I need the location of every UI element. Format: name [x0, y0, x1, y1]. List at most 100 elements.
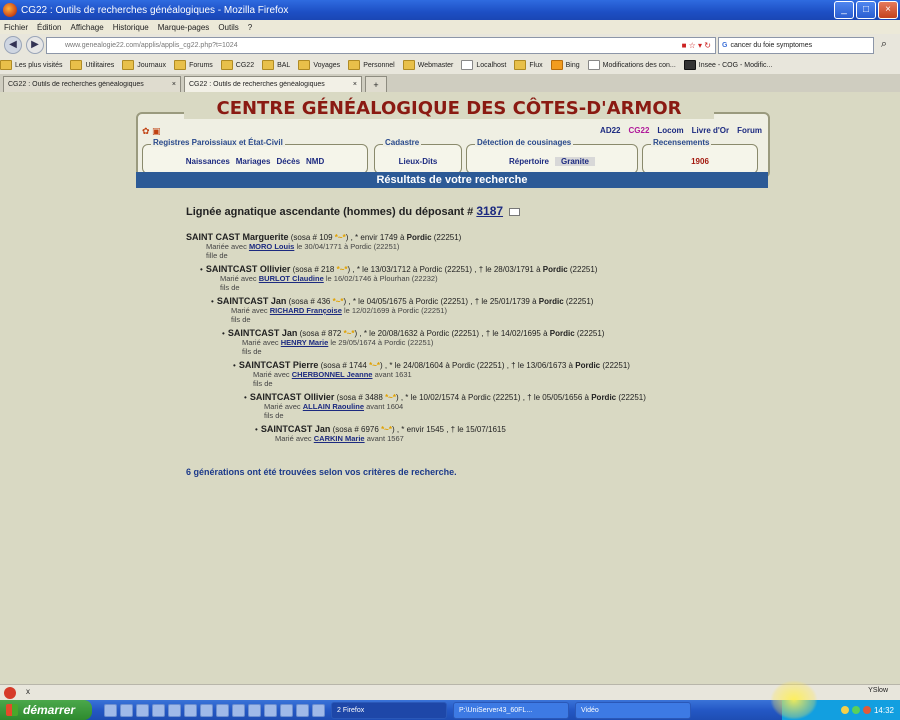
person-entry: SAINT CAST Marguerite (sosa # 109 *~*) ,… [186, 232, 786, 260]
lineage-title: Lignée agnatique ascendante (hommes) du … [186, 204, 786, 218]
menu-marque-pages[interactable]: Marque-pages [158, 23, 210, 32]
quicklaunch-icon[interactable] [184, 703, 197, 717]
quicklaunch-icon[interactable] [312, 703, 325, 717]
link-nmd[interactable]: NMD [306, 157, 324, 166]
quicklaunch-icon[interactable] [296, 703, 309, 717]
menu-help[interactable]: ? [248, 23, 252, 32]
url-text[interactable]: www.genealogie22.com/applis/applis_cg22.… [47, 42, 682, 49]
link-locom[interactable]: Locom [657, 126, 683, 135]
bookmark-item[interactable]: Forums [174, 60, 213, 70]
forward-arrow-icon[interactable]: ▶ [26, 36, 44, 54]
bookmark-item[interactable]: BAL [262, 60, 290, 70]
person-name: SAINT CAST Marguerite [186, 232, 289, 242]
link-deces[interactable]: Décès [276, 157, 300, 166]
bookmark-item[interactable]: Utilitaires [70, 60, 114, 70]
close-tab-icon[interactable]: × [172, 81, 176, 88]
taskbar-video[interactable]: Vidéo [575, 701, 691, 719]
close-tab-icon[interactable]: × [353, 81, 357, 88]
quicklaunch-icon[interactable] [232, 703, 245, 717]
tray-icon[interactable] [851, 706, 860, 714]
tray-icon[interactable] [862, 706, 871, 714]
yslow-label[interactable]: YSlow [868, 687, 888, 694]
spouse-link[interactable]: RICHARD Françoise [270, 306, 342, 315]
quicklaunch-icon[interactable] [168, 703, 181, 717]
person-entry: • SAINTCAST Pierre (sosa # 1744 *~*) , * … [233, 360, 786, 388]
menu-outils[interactable]: Outils [218, 23, 238, 32]
spouse-line: Marié avec CARKIN Marie avant 1567 [275, 434, 404, 443]
bookmark-item[interactable]: Journaux [122, 60, 166, 70]
link-1906[interactable]: 1906 [691, 157, 709, 166]
star-icon[interactable]: *~* [337, 265, 348, 274]
spouse-link[interactable]: ALLAIN Raouline [303, 402, 364, 411]
quicklaunch-icon[interactable] [248, 703, 261, 717]
bookmark-item[interactable]: Voyages [298, 60, 340, 70]
quicklaunch-icon[interactable] [264, 703, 277, 717]
back-arrow-icon[interactable]: ◀ [4, 36, 22, 54]
sosa-number: (sosa # 3488 [336, 393, 383, 402]
spouse-link[interactable]: MORO Louis [249, 242, 294, 251]
link-cg22[interactable]: CG22 [629, 126, 650, 135]
bookmark-item[interactable]: Flux [514, 60, 543, 70]
link-naissances[interactable]: Naissances [186, 157, 230, 166]
bookmark-item[interactable]: Personnel [348, 60, 395, 70]
maximize-button[interactable]: □ [856, 1, 876, 19]
tab-cg22-2[interactable]: CG22 : Outils de recherches généalogique… [184, 76, 362, 92]
tray-icon[interactable] [840, 706, 849, 714]
stop-icon[interactable] [4, 687, 16, 699]
menu-edition[interactable]: Édition [37, 23, 61, 32]
spouse-link[interactable]: BURLOT Claudine [259, 274, 324, 283]
star-icon[interactable]: *~* [344, 329, 355, 338]
taskbar-firefox[interactable]: 2 Firefox [331, 701, 447, 719]
url-bar[interactable]: www.genealogie22.com/applis/applis_cg22.… [46, 37, 716, 54]
quicklaunch-icon[interactable] [216, 703, 229, 717]
link-repertoire[interactable]: Répertoire [509, 157, 549, 166]
close-window-button[interactable]: × [878, 1, 898, 19]
star-icon[interactable]: *~* [335, 233, 346, 242]
spouse-link[interactable]: HENRY Marie [281, 338, 329, 347]
link-lieux-dits[interactable]: Lieux-Dits [399, 157, 438, 166]
spouse-link[interactable]: CARKIN Marie [314, 434, 365, 443]
minimize-button[interactable]: _ [834, 1, 854, 19]
quicklaunch-icon[interactable] [120, 703, 133, 717]
star-icon[interactable]: *~* [385, 393, 396, 402]
mail-icon[interactable] [509, 208, 521, 217]
link-livre-dor[interactable]: Livre d'Or [692, 126, 729, 135]
quicklaunch-icon[interactable] [152, 703, 165, 717]
star-icon[interactable]: *~* [333, 297, 344, 306]
quicklaunch-icon[interactable] [200, 703, 213, 717]
bookmark-item[interactable]: Les plus visités [0, 60, 62, 70]
search-input[interactable]: G cancer du foie symptomes [718, 37, 874, 54]
bookmark-item[interactable]: Webmaster [402, 60, 453, 70]
close-statusbar-icon[interactable]: x [26, 687, 30, 696]
taskbar-uniserver[interactable]: P:\UniServer43_60FL... [453, 701, 569, 719]
depositor-number-link[interactable]: 3187 [476, 204, 503, 218]
start-button[interactable]: démarrer [0, 700, 92, 720]
quicklaunch-icon[interactable] [136, 703, 149, 717]
spouse-link[interactable]: CHERBONNEL Jeanne [292, 370, 373, 379]
bullet: • [222, 329, 225, 338]
lineage-results: Lignée agnatique ascendante (hommes) du … [186, 204, 786, 477]
link-mariages[interactable]: Mariages [236, 157, 271, 166]
search-magnifier-icon[interactable]: ⌕ [876, 38, 892, 53]
star-icon[interactable]: *~* [369, 361, 380, 370]
tab-cg22-1[interactable]: CG22 : Outils de recherches généalogique… [3, 76, 181, 92]
bookmark-item[interactable]: Bing [550, 60, 580, 70]
home-icon[interactable]: ✿ ▣ [142, 126, 161, 137]
bookmark-star-icon[interactable]: ■ ☆ ▾ ↻ [682, 41, 711, 50]
bookmark-item[interactable]: CG22 [220, 60, 254, 70]
quicklaunch-icon[interactable] [280, 703, 293, 717]
new-tab-button[interactable]: + [365, 76, 387, 92]
star-icon[interactable]: *~* [381, 425, 392, 434]
link-granite[interactable]: Granite [555, 157, 596, 166]
link-forum[interactable]: Forum [737, 126, 762, 135]
menu-historique[interactable]: Historique [113, 23, 149, 32]
link-ad22[interactable]: AD22 [600, 126, 620, 135]
bookmark-item[interactable]: Localhost [461, 60, 506, 70]
bookmark-item[interactable]: Modifications des con... [587, 60, 676, 70]
search-text[interactable]: cancer du foie symptomes [730, 42, 812, 49]
menu-affichage[interactable]: Affichage [70, 23, 103, 32]
quicklaunch-icon[interactable] [104, 703, 117, 717]
person-place: Pordic [542, 265, 568, 274]
bookmark-item[interactable]: Insee - COG - Modific... [683, 60, 772, 70]
menu-fichier[interactable]: Fichier [4, 23, 28, 32]
